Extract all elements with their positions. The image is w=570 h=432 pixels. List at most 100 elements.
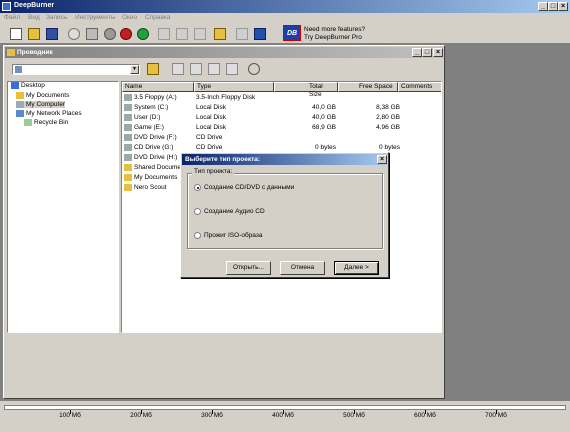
close-button[interactable]: × <box>558 2 568 11</box>
help-icon[interactable] <box>254 28 266 40</box>
table-row[interactable]: System (C:) Local Disk 40,0 GB 8,38 GB <box>122 103 441 113</box>
menu-tools[interactable]: Инструменты <box>75 14 116 21</box>
menu-window[interactable]: Окно <box>122 14 137 21</box>
paste-icon[interactable] <box>194 28 206 40</box>
cell-name: Nero Scout <box>134 184 167 191</box>
burn-icon[interactable] <box>104 28 116 40</box>
cell-name: DVD Drive (F:) <box>134 134 177 141</box>
promo-text[interactable]: Need more features? Try DeepBurner Pro <box>304 26 365 42</box>
group-label: Тип проекта: <box>192 168 235 175</box>
save-icon[interactable] <box>46 28 58 40</box>
menu-help[interactable]: Справка <box>145 14 171 21</box>
radio-dot[interactable] <box>194 208 201 215</box>
path-combo[interactable]: ▼ <box>12 64 140 75</box>
promo-line2: Try DeepBurner Pro <box>304 34 362 41</box>
app-icon <box>2 2 11 11</box>
maximize-button[interactable]: □ <box>548 2 558 11</box>
table-row[interactable]: 3.5 Floppy (A:) 3.5-Inch Floppy Disk <box>122 93 441 103</box>
ruler-label: 500 Мб <box>343 412 365 419</box>
radio-data-disc[interactable]: Создание CD/DVD с данными <box>194 183 364 192</box>
sort-icon[interactable] <box>172 63 184 75</box>
explorer-title: Проводник <box>17 49 53 56</box>
menu-view[interactable]: Вид <box>28 14 40 21</box>
ruler-label: 700 Мб <box>485 412 507 419</box>
drive-icon <box>124 174 132 181</box>
folder-icon[interactable] <box>214 28 226 40</box>
cell-total: 68,9 GB <box>312 124 336 131</box>
grid-view-icon[interactable] <box>226 63 238 75</box>
cell-type: 3.5-Inch Floppy Disk <box>196 94 256 101</box>
explorer-close-button[interactable]: × <box>433 48 443 57</box>
cancel-button[interactable]: Отмена <box>280 261 325 275</box>
cell-name: System (C:) <box>134 104 169 111</box>
cell-name: DVD Drive (H:) <box>134 154 178 161</box>
tree-item-desktop[interactable]: Desktop <box>11 82 45 89</box>
cell-name: My Documents <box>134 174 178 181</box>
tree-item-recycle-bin[interactable]: Recycle Bin <box>24 119 68 126</box>
desktop-icon <box>11 82 19 89</box>
project-type-dialog: Выберите тип проекта: × Тип проекта: Соз… <box>180 152 389 278</box>
radio-audio-cd[interactable]: Создание Аудио CD <box>194 207 364 216</box>
computer-icon <box>16 101 24 108</box>
details-view-icon[interactable] <box>208 63 220 75</box>
cell-type: Local Disk <box>196 124 226 131</box>
explorer-titlebar: Проводник _ □ × <box>5 47 443 58</box>
dialog-close-button[interactable]: × <box>377 155 387 164</box>
column-header-free-space[interactable]: Free Space <box>338 82 398 92</box>
radio-dot[interactable] <box>194 232 201 239</box>
radio-iso-image[interactable]: Прожиг ISO-образа <box>194 231 364 240</box>
refresh-icon[interactable] <box>137 28 149 40</box>
table-row[interactable]: Game (E:) Local Disk 68,9 GB 4,96 GB <box>122 123 441 133</box>
new-icon[interactable] <box>10 28 22 40</box>
minimize-button[interactable]: _ <box>538 2 548 11</box>
deepburner-pro-logo[interactable]: DB <box>283 25 301 41</box>
table-row[interactable]: DVD Drive (F:) CD Drive <box>122 133 441 143</box>
disc-icon[interactable] <box>68 28 80 40</box>
next-button[interactable]: Далее > <box>334 261 379 275</box>
explorer-maximize-button[interactable]: □ <box>422 48 432 57</box>
cell-name: Game (E:) <box>134 124 164 131</box>
menu-record[interactable]: Запись <box>46 14 67 21</box>
menubar: Файл Вид Запись Инструменты Окно Справка <box>0 13 570 24</box>
print-icon[interactable] <box>86 28 98 40</box>
tree-item-my-documents[interactable]: My Documents <box>16 92 69 99</box>
column-header-total-size[interactable]: Total Size <box>274 82 338 98</box>
radio-dot[interactable] <box>194 184 201 191</box>
tree-item-my-computer[interactable]: My Computer <box>16 101 66 109</box>
menu-file[interactable]: Файл <box>4 14 20 21</box>
drive-icon <box>124 154 132 161</box>
list-view-icon[interactable] <box>190 63 202 75</box>
record-icon[interactable] <box>120 28 132 40</box>
column-header-comments[interactable]: Comments <box>398 82 441 92</box>
cell-free: 2,80 GB <box>376 114 400 121</box>
cut-icon[interactable] <box>158 28 170 40</box>
search-icon[interactable] <box>248 63 260 75</box>
chevron-down-icon[interactable]: ▼ <box>130 65 139 74</box>
column-header-type[interactable]: Type <box>194 82 274 92</box>
table-row[interactable]: User (D:) Local Disk 40,0 GB 2,80 GB <box>122 113 441 123</box>
column-header-name[interactable]: Name <box>122 82 194 92</box>
network-icon <box>16 110 24 117</box>
cell-total: 40,0 GB <box>312 114 336 121</box>
properties-icon[interactable] <box>236 28 248 40</box>
ruler-label: 400 Мб <box>272 412 294 419</box>
cell-total: 40,0 GB <box>312 104 336 111</box>
drive-icon <box>124 124 132 131</box>
copy-icon[interactable] <box>176 28 188 40</box>
drive-icon <box>124 114 132 121</box>
capacity-bar <box>4 405 566 410</box>
capacity-ruler: 100 Мб 200 Мб 300 Мб 400 Мб 500 Мб 600 Мб 700 … <box>0 401 570 432</box>
folder-tree: Desktop My Documents My Computer My Netw… <box>7 81 119 333</box>
open-button[interactable]: Открыть... <box>226 261 271 275</box>
up-folder-icon[interactable] <box>147 63 159 75</box>
ruler-label: 300 Мб <box>201 412 223 419</box>
cell-name: Shared Documen <box>134 164 185 171</box>
app-title: DeepBurner <box>14 2 55 9</box>
cell-name: 3.5 Floppy (A:) <box>134 94 177 101</box>
drive-icon <box>124 164 132 171</box>
open-icon[interactable] <box>28 28 40 40</box>
explorer-minimize-button[interactable]: _ <box>412 48 422 57</box>
drive-icon <box>124 104 132 111</box>
tree-item-network[interactable]: My Network Places <box>16 110 82 117</box>
cell-free: 4,96 GB <box>376 124 400 131</box>
